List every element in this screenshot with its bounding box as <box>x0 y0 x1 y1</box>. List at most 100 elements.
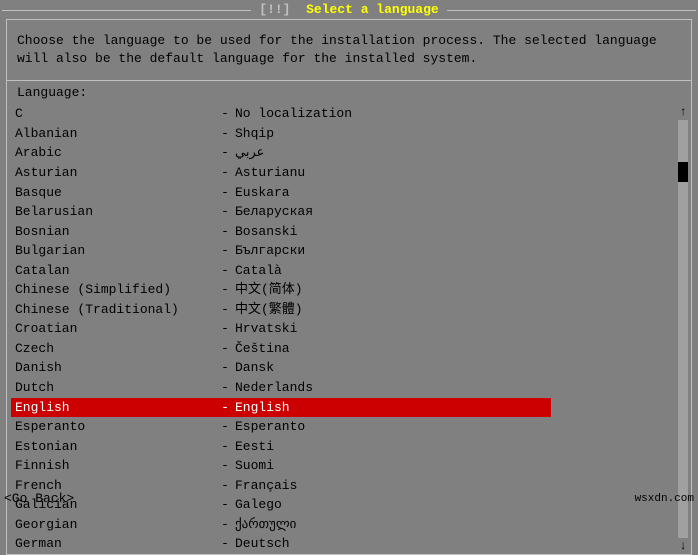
lang-native: 中文(繁體) <box>235 301 303 319</box>
lang-name: Finnish <box>15 457 215 475</box>
list-item[interactable]: Esperanto-Esperanto <box>11 417 551 437</box>
lang-native: Deutsch <box>235 535 290 553</box>
list-item[interactable]: Dutch-Nederlands <box>11 378 551 398</box>
lang-native: Euskara <box>235 184 290 202</box>
list-item[interactable]: Croatian-Hrvatski <box>11 319 551 339</box>
lang-dash: - <box>215 399 235 417</box>
lang-native: Dansk <box>235 359 274 377</box>
lang-dash: - <box>215 438 235 456</box>
list-item[interactable]: Belarusian-Беларуская <box>11 202 551 222</box>
list-item[interactable]: German-Deutsch <box>11 534 551 554</box>
lang-dash: - <box>215 359 235 377</box>
title-text: Select a language <box>306 2 439 17</box>
dialog-title: [!!] Select a language <box>251 2 446 17</box>
lang-dash: - <box>215 320 235 338</box>
list-item[interactable]: Czech-Čeština <box>11 339 551 359</box>
lang-native: ქართული <box>235 516 296 534</box>
lang-name: Estonian <box>15 438 215 456</box>
lang-dash: - <box>215 301 235 319</box>
list-item[interactable]: Chinese (Simplified)-中文(简体) <box>11 280 551 300</box>
lang-name: Georgian <box>15 516 215 534</box>
list-item[interactable]: Georgian-ქართული <box>11 515 551 535</box>
lang-dash: - <box>215 164 235 182</box>
lang-dash: - <box>215 516 235 534</box>
lang-name: Belarusian <box>15 203 215 221</box>
lang-name: Czech <box>15 340 215 358</box>
list-item[interactable]: Bosnian-Bosanski <box>11 222 551 242</box>
lang-name: Danish <box>15 359 215 377</box>
lang-native: Čeština <box>235 340 290 358</box>
lang-dash: - <box>215 125 235 143</box>
scroll-thumb <box>678 162 688 182</box>
lang-native: Shqip <box>235 125 274 143</box>
lang-native: Беларуская <box>235 203 313 221</box>
lang-dash: - <box>215 340 235 358</box>
lang-native: No localization <box>235 105 352 123</box>
dialog-box: Choose the language to be used for the i… <box>6 19 692 555</box>
list-item[interactable]: Estonian-Eesti <box>11 437 551 457</box>
lang-name: Chinese (Simplified) <box>15 281 215 299</box>
title-brackets: [!!] <box>259 2 290 17</box>
lang-native: عربي <box>235 144 264 162</box>
lang-name: Bulgarian <box>15 242 215 260</box>
lang-name: Esperanto <box>15 418 215 436</box>
lang-dash: - <box>215 184 235 202</box>
lang-dash: - <box>215 418 235 436</box>
list-item[interactable]: Basque-Euskara <box>11 183 551 203</box>
lang-name: Albanian <box>15 125 215 143</box>
lang-dash: - <box>215 144 235 162</box>
language-label-area: Language: <box>7 81 691 104</box>
list-item[interactable]: Bulgarian-Български <box>11 241 551 261</box>
title-bar: [!!] Select a language <box>2 0 696 19</box>
lang-native: Asturianu <box>235 164 305 182</box>
scroll-track[interactable] <box>678 120 688 538</box>
lang-name: Bosnian <box>15 223 215 241</box>
lang-name: German <box>15 535 215 553</box>
go-back-button[interactable]: <Go Back> <box>4 491 74 506</box>
lang-name: Chinese (Traditional) <box>15 301 215 319</box>
list-item[interactable]: Arabic-عربي <box>11 143 551 163</box>
list-item[interactable]: Catalan-Català <box>11 261 551 281</box>
lang-native: Nederlands <box>235 379 313 397</box>
lang-name: Catalan <box>15 262 215 280</box>
footer: <Go Back> wsxdn.com <box>4 491 694 506</box>
list-item[interactable]: English-English <box>11 398 551 418</box>
scrollbar[interactable]: ↑ ↓ <box>675 104 691 554</box>
list-item[interactable]: Asturian-Asturianu <box>11 163 551 183</box>
lang-dash: - <box>215 379 235 397</box>
language-list-container: C-No localizationAlbanian-ShqipArabic-عر… <box>7 104 691 554</box>
list-item[interactable]: Albanian-Shqip <box>11 124 551 144</box>
lang-native: Eesti <box>235 438 274 456</box>
lang-dash: - <box>215 535 235 553</box>
lang-native: Suomi <box>235 457 274 475</box>
list-item[interactable]: Finnish-Suomi <box>11 456 551 476</box>
lang-dash: - <box>215 223 235 241</box>
lang-native: Hrvatski <box>235 320 297 338</box>
list-item[interactable]: Chinese (Traditional)-中文(繁體) <box>11 300 551 320</box>
list-item[interactable]: Danish-Dansk <box>11 358 551 378</box>
description-area: Choose the language to be used for the i… <box>7 20 691 80</box>
lang-name: Asturian <box>15 164 215 182</box>
lang-dash: - <box>215 262 235 280</box>
lang-native: Esperanto <box>235 418 305 436</box>
lang-dash: - <box>215 457 235 475</box>
lang-dash: - <box>215 105 235 123</box>
lang-dash: - <box>215 281 235 299</box>
lang-name: C <box>15 105 215 123</box>
lang-native: Български <box>235 242 305 260</box>
lang-native: Català <box>235 262 282 280</box>
lang-name: Dutch <box>15 379 215 397</box>
lang-dash: - <box>215 242 235 260</box>
scroll-down-arrow[interactable]: ↓ <box>679 540 686 552</box>
lang-native: Bosanski <box>235 223 297 241</box>
lang-dash: - <box>215 203 235 221</box>
list-item[interactable]: C-No localization <box>11 104 551 124</box>
language-list[interactable]: C-No localizationAlbanian-ShqipArabic-عر… <box>11 104 551 554</box>
lang-native: English <box>235 399 290 417</box>
lang-name: Basque <box>15 184 215 202</box>
lang-name: Croatian <box>15 320 215 338</box>
watermark: wsxdn.com <box>635 493 694 505</box>
lang-native: 中文(简体) <box>235 281 303 299</box>
scroll-up-arrow[interactable]: ↑ <box>679 106 686 118</box>
main-container: [!!] Select a language Choose the langua… <box>0 0 698 510</box>
